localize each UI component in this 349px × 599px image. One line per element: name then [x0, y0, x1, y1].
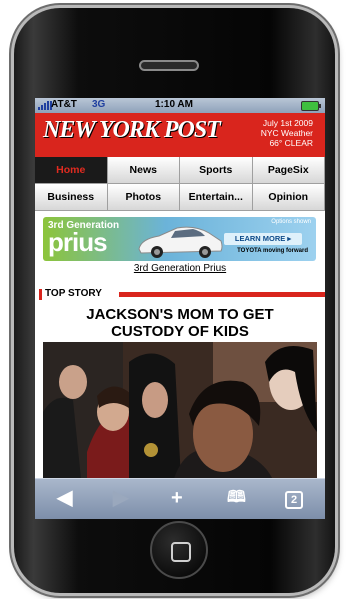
home-button[interactable] [150, 521, 208, 579]
nav-item-opinion[interactable]: Opinion [252, 184, 325, 211]
masthead: NEW YORK POST July 1st 2009 NYC Weather … [35, 113, 325, 157]
story-headline[interactable]: JACKSON'S MOM TO GET CUSTODY OF KIDS [55, 306, 305, 340]
date-weather: July 1st 2009 NYC Weather 66° CLEAR [243, 118, 313, 148]
section-rule [119, 292, 325, 297]
site-logo[interactable]: NEW YORK POST [43, 117, 221, 144]
weather-label: NYC Weather [260, 128, 313, 138]
section-label: TOP STORY [45, 288, 102, 299]
browser-screen: AT&T 3G 1:10 AM NEW YORK POST July 1st 2… [35, 98, 325, 518]
ad-caption-link[interactable]: 3rd Generation Prius [35, 263, 325, 274]
ad-options-text: Options shown [271, 219, 311, 225]
nav-row-1: Home News Sports PageSix [35, 157, 325, 184]
battery-icon [301, 101, 321, 111]
forward-icon[interactable]: ▶ [113, 486, 128, 510]
nav-item-news[interactable]: News [107, 157, 180, 184]
masthead-date: July 1st 2009 [262, 118, 313, 128]
status-bar: AT&T 3G 1:10 AM [35, 98, 325, 113]
car-image [138, 226, 223, 258]
network-type: 3G [92, 99, 106, 110]
prius-ad-banner[interactable]: 3rd Generation prius Options shown LEARN… [43, 217, 316, 261]
add-icon[interactable]: + [171, 486, 183, 510]
nav-item-entertainment[interactable]: Entertain... [180, 184, 253, 211]
section-nav: Home News Sports PageSix Business Photos… [35, 157, 325, 211]
nav-item-pagesix[interactable]: PageSix [252, 157, 325, 184]
learn-more-button[interactable]: LEARN MORE ▸ [224, 233, 302, 245]
ad-model-text: prius [48, 227, 108, 257]
earpiece-speaker [139, 60, 199, 71]
nav-item-photos[interactable]: Photos [107, 184, 180, 211]
pages-icon[interactable]: 2 [285, 491, 303, 509]
nav-item-business[interactable]: Business [35, 184, 108, 211]
nav-item-sports[interactable]: Sports [180, 157, 253, 184]
section-accent-bar [39, 289, 42, 300]
browser-toolbar: ◀ ▶ + 🕮 2 [35, 478, 325, 519]
bookmarks-icon[interactable]: 🕮 [227, 486, 246, 510]
nav-row-2: Business Photos Entertain... Opinion [35, 184, 325, 211]
signal-strength-icon [38, 101, 52, 110]
toyota-brand: TOYOTA moving forward [237, 248, 308, 254]
nav-item-home[interactable]: Home [35, 157, 108, 184]
weather-value: 66° CLEAR [269, 138, 313, 148]
section-header: TOP STORY [39, 288, 325, 300]
carrier-name: AT&T [51, 99, 77, 110]
clock: 1:10 AM [155, 99, 193, 110]
back-icon[interactable]: ◀ [57, 486, 72, 510]
home-square-icon [171, 542, 191, 562]
